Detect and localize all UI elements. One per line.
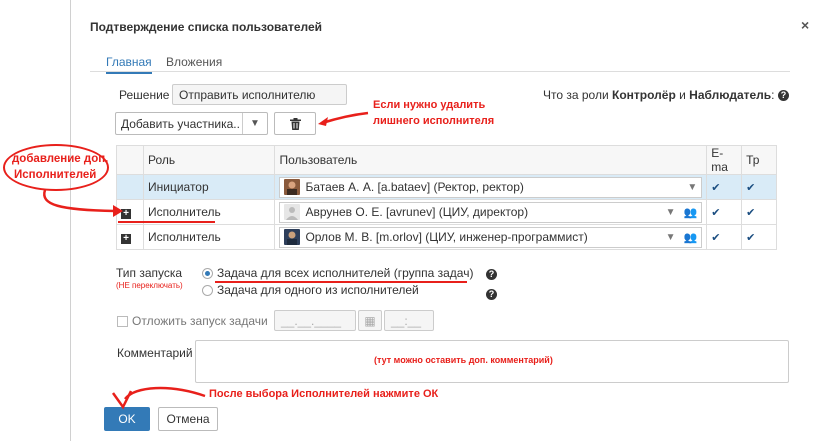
roles-help-mid: и — [675, 88, 690, 102]
row-email-check[interactable]: ✔ — [706, 199, 743, 225]
option-single-task[interactable]: Задача для одного из исполнителей — [217, 283, 419, 297]
user-select[interactable]: Орлов М. В. [m.orlov] (ЦИУ, инженер-прог… — [279, 226, 703, 248]
table-header-user[interactable]: Пользователь — [274, 145, 708, 175]
table-header-tp[interactable]: Тр — [741, 145, 777, 175]
option-group-tasks[interactable]: Задача для всех исполнителей (группа зад… — [217, 266, 473, 280]
add-participant-label: Добавить участника.. — [121, 116, 240, 131]
row-expand-cell: + — [116, 199, 144, 225]
table-header-email[interactable]: E-ma — [706, 145, 743, 175]
email-checkbox[interactable]: ✔ — [711, 231, 720, 244]
user-placeholder-icon — [284, 204, 301, 220]
postpone-checkbox[interactable] — [117, 316, 128, 327]
roles-help-icon[interactable]: ? — [778, 90, 789, 101]
add-participant-dropdown[interactable]: Добавить участника.. ▼ — [115, 112, 268, 135]
participants-table: Роль Пользователь E-ma Тр Инициатор Бата… — [116, 145, 777, 250]
postpone-time-input[interactable]: __:__ — [384, 310, 434, 331]
annotation-delete-line1: Если нужно удалить — [373, 99, 486, 111]
annotation-add-line1: добавление доп. — [12, 153, 109, 165]
tp-checkbox[interactable]: ✔ — [746, 231, 755, 244]
table-header-spacer — [116, 145, 144, 175]
annotation-oval — [3, 144, 109, 191]
user-select[interactable]: Аврунев О. Е. [avrunev] (ЦИУ, директор) … — [279, 201, 703, 223]
annotation-delete-line2: лишнего исполнителя — [373, 115, 495, 127]
chevron-down-icon[interactable]: ▼ — [666, 207, 676, 218]
postpone-date-input[interactable]: __.__.____ — [274, 310, 356, 331]
table-row[interactable]: Инициатор Батаев А. А. [a.bataev] (Ректо… — [116, 174, 777, 200]
row-user-cell: Орлов М. В. [m.orlov] (ЦИУ, инженер-прог… — [274, 224, 708, 250]
table-header-row: Роль Пользователь E-ma Тр — [116, 145, 777, 175]
comment-hint: (тут можно оставить доп. комментарий) — [374, 355, 553, 365]
chevron-down-icon: ▼ — [250, 118, 260, 129]
expand-plus-icon[interactable]: + — [121, 234, 131, 244]
row-role: Инициатор — [142, 174, 276, 200]
table-row[interactable]: + Исполнитель Аврунев О. Е. [avrunev] (Ц… — [116, 199, 777, 225]
chevron-down-icon[interactable]: ▼ — [666, 232, 676, 243]
row-email-check[interactable]: ✔ — [706, 174, 743, 200]
row-tp-check[interactable]: ✔ — [741, 199, 777, 225]
chevron-down-icon[interactable]: ▼ — [687, 182, 697, 193]
email-checkbox[interactable]: ✔ — [711, 206, 720, 219]
row-user-cell: Аврунев О. Е. [avrunev] (ЦИУ, директор) … — [274, 199, 708, 225]
row-email-check[interactable]: ✔ — [706, 224, 743, 250]
launch-help-icon-1[interactable]: ? — [486, 269, 497, 280]
roles-help-suffix: : — [771, 88, 775, 102]
expand-plus-icon[interactable]: + — [121, 209, 131, 219]
ok-button[interactable]: OK — [104, 407, 150, 431]
row-role: Исполнитель — [142, 224, 276, 250]
calendar-icon[interactable]: ▦ — [358, 310, 382, 331]
table-header-role[interactable]: Роль — [142, 145, 276, 175]
row-role: Исполнитель — [142, 199, 276, 225]
annotation-ok-hint: После выбора Исполнителей нажмите ОК — [209, 388, 439, 400]
row-tp-check[interactable]: ✔ — [741, 224, 777, 250]
tab-main[interactable]: Главная — [106, 55, 152, 74]
delete-participant-button[interactable] — [274, 112, 316, 135]
row-user-cell: Батаев А. А. [a.bataev] (Ректор, ректор)… — [274, 174, 708, 200]
radio-group-tasks[interactable] — [202, 268, 213, 279]
row-spacer — [116, 174, 144, 200]
group-users-icon[interactable]: 👥 — [684, 231, 698, 244]
user-photo — [284, 229, 301, 245]
tab-attachments[interactable]: Вложения — [166, 55, 222, 69]
roles-help-prefix: Что за роли — [543, 88, 612, 102]
dialog-title: Подтверждение списка пользователей — [90, 20, 323, 34]
dialog-left-border — [70, 0, 71, 441]
email-checkbox[interactable]: ✔ — [711, 181, 720, 194]
user-name: Батаев А. А. [a.bataev] (Ректор, ректор) — [305, 180, 524, 194]
role-controller: Контролёр — [612, 88, 676, 102]
annotation-add-line2: Исполнителей — [14, 169, 97, 181]
user-photo — [284, 179, 301, 195]
group-users-icon[interactable]: 👥 — [684, 206, 698, 219]
row-expand-cell: + — [116, 224, 144, 250]
decision-select[interactable]: Отправить исполнителю — [172, 84, 347, 105]
radio-single-task[interactable] — [202, 285, 213, 296]
role-observer: Наблюдатель — [689, 88, 772, 102]
cancel-button[interactable]: Отмена — [158, 407, 218, 431]
postpone-label: Отложить запуск задачи — [132, 314, 268, 328]
trash-icon — [289, 117, 301, 130]
tp-checkbox[interactable]: ✔ — [746, 181, 755, 194]
launch-help-icon-2[interactable]: ? — [486, 289, 497, 300]
tp-checkbox[interactable]: ✔ — [746, 206, 755, 219]
launch-type-label: Тип запуска — [116, 266, 183, 280]
tabs-divider — [90, 71, 790, 72]
table-row[interactable]: + Исполнитель Орлов М. В. [m.orlov] (ЦИУ… — [116, 224, 777, 250]
row-tp-check[interactable]: ✔ — [741, 174, 777, 200]
roles-help-text: Что за роли Контролёр и Наблюдатель: — [543, 88, 775, 102]
comment-label: Комментарий — [117, 346, 193, 360]
decision-label: Решение — [119, 88, 170, 102]
close-icon[interactable]: × — [801, 17, 809, 33]
launch-type-note: (НЕ переключать) — [116, 281, 183, 290]
user-name: Аврунев О. Е. [avrunev] (ЦИУ, директор) — [305, 205, 529, 219]
user-name: Орлов М. В. [m.orlov] (ЦИУ, инженер-прог… — [305, 230, 588, 244]
user-select[interactable]: Батаев А. А. [a.bataev] (Ректор, ректор)… — [279, 176, 703, 198]
